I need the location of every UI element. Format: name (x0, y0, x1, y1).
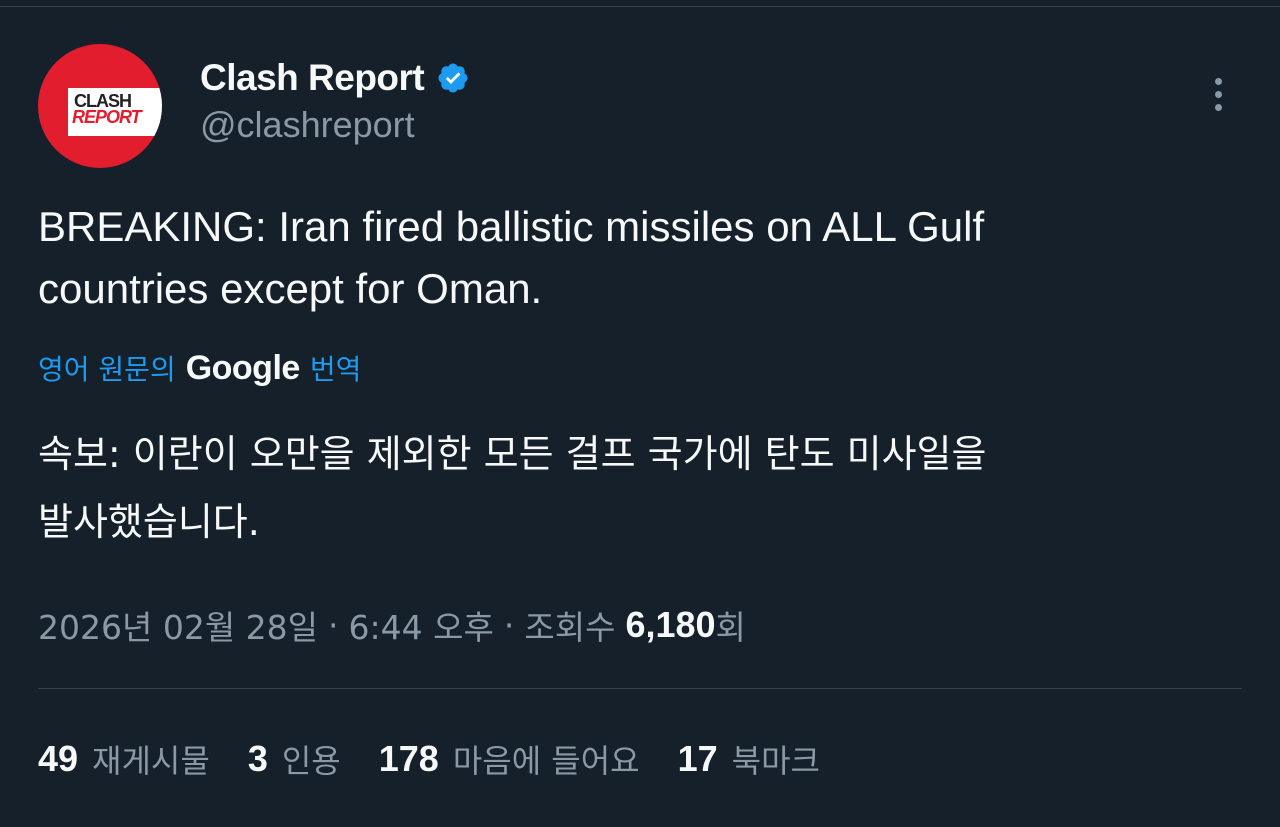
quotes-count: 3 (247, 738, 268, 779)
more-options-icon-dot (1214, 90, 1222, 98)
tweet-meta: 2026년 02월 28일 · 6:44 오후 · 조회수 6,180 회 (38, 600, 746, 650)
top-divider (0, 0, 1280, 7)
views-label: 조회수 (524, 608, 616, 647)
meta-separator: · (503, 605, 515, 645)
likes-stat[interactable]: 178 마음에 들어요 (379, 736, 640, 782)
likes-label: 마음에 들어요 (452, 742, 640, 780)
reposts-count: 49 (38, 738, 79, 779)
more-options-button[interactable] (1198, 70, 1238, 118)
engagement-stats: 49 재게시물 3 인용 178 마음에 들어요 17 북마크 (38, 734, 858, 784)
meta-separator: · (328, 605, 339, 645)
likes-count: 178 (378, 738, 439, 779)
tweet-text: BREAKING: Iran fired ballistic missiles … (38, 203, 985, 312)
translate-link[interactable]: 영어 원문의 Google 번역 (38, 346, 361, 390)
translate-suffix: 번역 (309, 353, 362, 386)
views-suffix: 회 (715, 608, 746, 647)
more-options-icon-dot (1214, 103, 1222, 111)
avatar[interactable]: CLASH REPORT (38, 44, 162, 168)
tweet-time[interactable]: 6:44 오후 (349, 601, 494, 649)
quotes-label: 인용 (281, 742, 341, 780)
views-count: 6,180 (625, 604, 716, 645)
bookmarks-count: 17 (677, 738, 718, 779)
bookmarks-stat[interactable]: 17 북마크 (678, 736, 820, 782)
translated-text: 속보: 이란이 오만을 제외한 모든 걸프 국가에 탄도 미사일을 발사했습니다… (38, 432, 987, 544)
translate-prefix: 영어 원문의 (38, 353, 176, 386)
tweet-detail-page: CLASH REPORT Clash Report @clashreport B… (0, 0, 1280, 827)
stats-divider (38, 688, 1242, 689)
tweet-date[interactable]: 2026년 02월 28일 (38, 601, 318, 649)
reposts-label: 재게시물 (92, 742, 210, 780)
author-name-row: Clash Report (200, 56, 470, 100)
verified-badge-icon[interactable] (436, 61, 470, 95)
quotes-stat[interactable]: 3 인용 (248, 736, 341, 782)
bookmarks-label: 북마크 (731, 742, 820, 780)
author-display-name[interactable]: Clash Report (200, 57, 425, 99)
reposts-stat[interactable]: 49 재게시물 (38, 736, 210, 782)
author-handle[interactable]: @clashreport (200, 104, 415, 146)
avatar-logo-line2: REPORT (72, 107, 142, 127)
google-logo: Google (185, 348, 301, 387)
more-options-icon (1214, 77, 1222, 85)
